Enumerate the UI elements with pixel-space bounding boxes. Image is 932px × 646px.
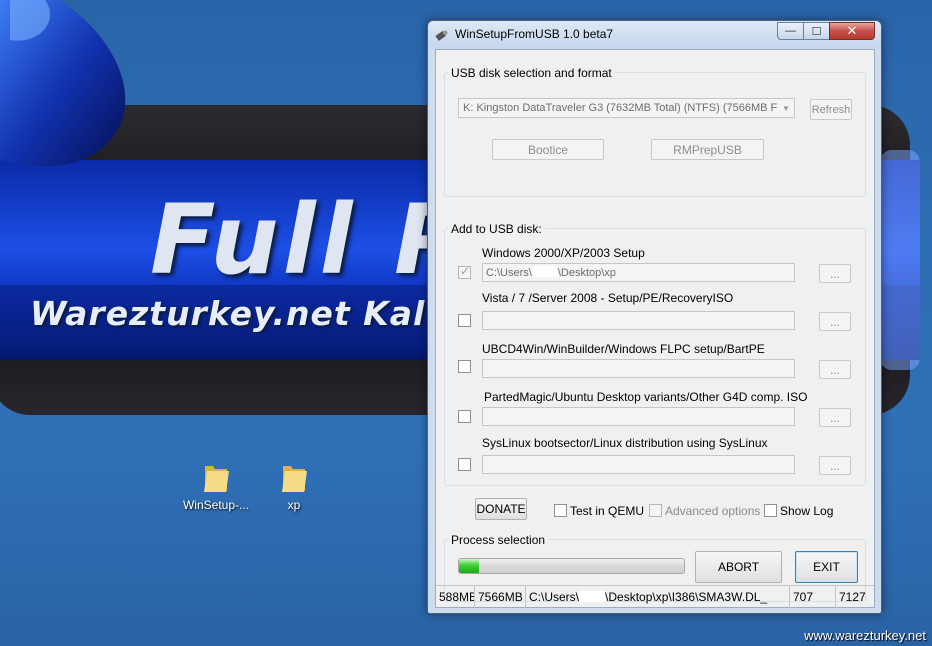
app-window: WinSetupFromUSB 1.0 beta7 — ☐ ✕ USB disk… — [427, 20, 882, 614]
status-current-file: C:\Users\ \Desktop\xp\I386\SMA3W.DL_ — [526, 586, 790, 608]
rmprepusb-button[interactable]: RMPrepUSB — [651, 139, 764, 160]
folder-icon — [282, 466, 307, 492]
desktop-icon-xp[interactable]: xp — [254, 460, 334, 512]
status-path-suffix: \Desktop\xp\I386\SMA3W.DL_ — [605, 590, 768, 604]
window-client-area: USB disk selection and format K: Kingsto… — [435, 49, 875, 608]
refresh-button[interactable]: Refresh — [810, 99, 852, 120]
status-total-count: 7127 — [839, 590, 866, 604]
maximize-button[interactable]: ☐ — [803, 22, 829, 40]
source-label-ubcd4win: UBCD4Win/WinBuilder/Windows FLPC setup/B… — [482, 342, 765, 356]
status-bar: 588MB 7566MB C:\Users\ \Desktop\xp\I386\S… — [436, 585, 874, 608]
progress-bar — [458, 558, 685, 574]
advanced-options-label: Advanced options — [665, 504, 761, 518]
usb-disk-group-label: USB disk selection and format — [448, 66, 615, 80]
status-file-count: 707 — [790, 586, 836, 608]
title-bar[interactable]: WinSetupFromUSB 1.0 beta7 — ☐ ✕ — [428, 21, 881, 49]
source-path-syslinux[interactable] — [482, 455, 795, 474]
test-qemu-label: Test in QEMU — [570, 504, 645, 518]
status-free-space: 7566MB — [475, 586, 526, 608]
watermark: www.warezturkey.net — [804, 628, 926, 643]
source-path-ubcd4win[interactable] — [482, 359, 795, 378]
path-prefix: C:\Users\ — [486, 267, 532, 279]
browse-button-vista[interactable]: ... — [819, 312, 851, 331]
donate-button[interactable]: DONATE — [475, 498, 527, 520]
usb-drive-icon — [435, 29, 449, 41]
close-button[interactable]: ✕ — [829, 22, 875, 40]
add-to-usb-group-label: Add to USB disk: — [448, 222, 545, 236]
source-label-winxp: Windows 2000/XP/2003 Setup — [482, 246, 645, 260]
test-qemu-checkbox[interactable] — [554, 504, 567, 517]
path-suffix: \Desktop\xp — [557, 267, 616, 279]
wallpaper-big-text: Full P — [150, 190, 435, 290]
process-group-label: Process selection — [448, 533, 549, 547]
source-label-vista: Vista / 7 /Server 2008 - Setup/PE/Recove… — [482, 291, 734, 305]
source-path-vista[interactable] — [482, 311, 795, 330]
source-label-partedmagic: PartedMagic/Ubuntu Desktop variants/Othe… — [484, 390, 808, 404]
source-checkbox-syslinux[interactable] — [458, 458, 471, 471]
source-checkbox-partedmagic[interactable] — [458, 410, 471, 423]
source-checkbox-ubcd4win[interactable] — [458, 360, 471, 373]
browse-button-winxp[interactable]: ... — [819, 264, 851, 283]
show-log-checkbox[interactable] — [764, 504, 777, 517]
chevron-down-icon: ▼ — [778, 99, 794, 117]
browse-button-ubcd4win[interactable]: ... — [819, 360, 851, 379]
redacted-username — [579, 591, 606, 602]
advanced-options-checkbox[interactable] — [649, 504, 662, 517]
status-path-prefix: C:\Users\ — [529, 590, 580, 604]
abort-button[interactable]: ABORT — [695, 551, 782, 583]
source-checkbox-winxp[interactable]: ✓ — [458, 264, 471, 279]
usb-disk-group — [444, 72, 866, 197]
usb-disk-selected: K: Kingston DataTraveler G3 (7632MB Tota… — [463, 102, 795, 114]
browse-button-partedmagic[interactable]: ... — [819, 408, 851, 427]
exit-button[interactable]: EXIT — [795, 551, 858, 583]
desktop-icon-label: xp — [287, 498, 301, 512]
minimize-button[interactable]: — — [777, 22, 803, 40]
usb-disk-dropdown[interactable]: K: Kingston DataTraveler G3 (7632MB Tota… — [458, 98, 795, 118]
status-size-processed: 588MB — [436, 586, 475, 608]
source-label-syslinux: SysLinux bootsector/Linux distribution u… — [482, 436, 768, 450]
source-path-partedmagic[interactable] — [482, 407, 795, 426]
source-checkbox-vista[interactable] — [458, 314, 471, 327]
bootice-button[interactable]: Bootice — [492, 139, 604, 160]
window-title: WinSetupFromUSB 1.0 beta7 — [455, 27, 614, 41]
desktop-icon-winsetup[interactable]: WinSetup-... — [176, 460, 256, 512]
desktop-icon-label: WinSetup-... — [182, 498, 250, 512]
redacted-username — [531, 266, 558, 277]
browse-button-syslinux[interactable]: ... — [819, 456, 851, 475]
source-path-winxp[interactable]: C:\Users\ \Desktop\xp — [482, 263, 795, 282]
folder-icon — [204, 466, 229, 492]
progress-bar-fill — [459, 559, 480, 573]
checkmark-icon: ✓ — [460, 264, 471, 278]
wallpaper-banner-text: Warezturkey.net Kal — [30, 294, 426, 333]
show-log-label: Show Log — [780, 504, 834, 518]
